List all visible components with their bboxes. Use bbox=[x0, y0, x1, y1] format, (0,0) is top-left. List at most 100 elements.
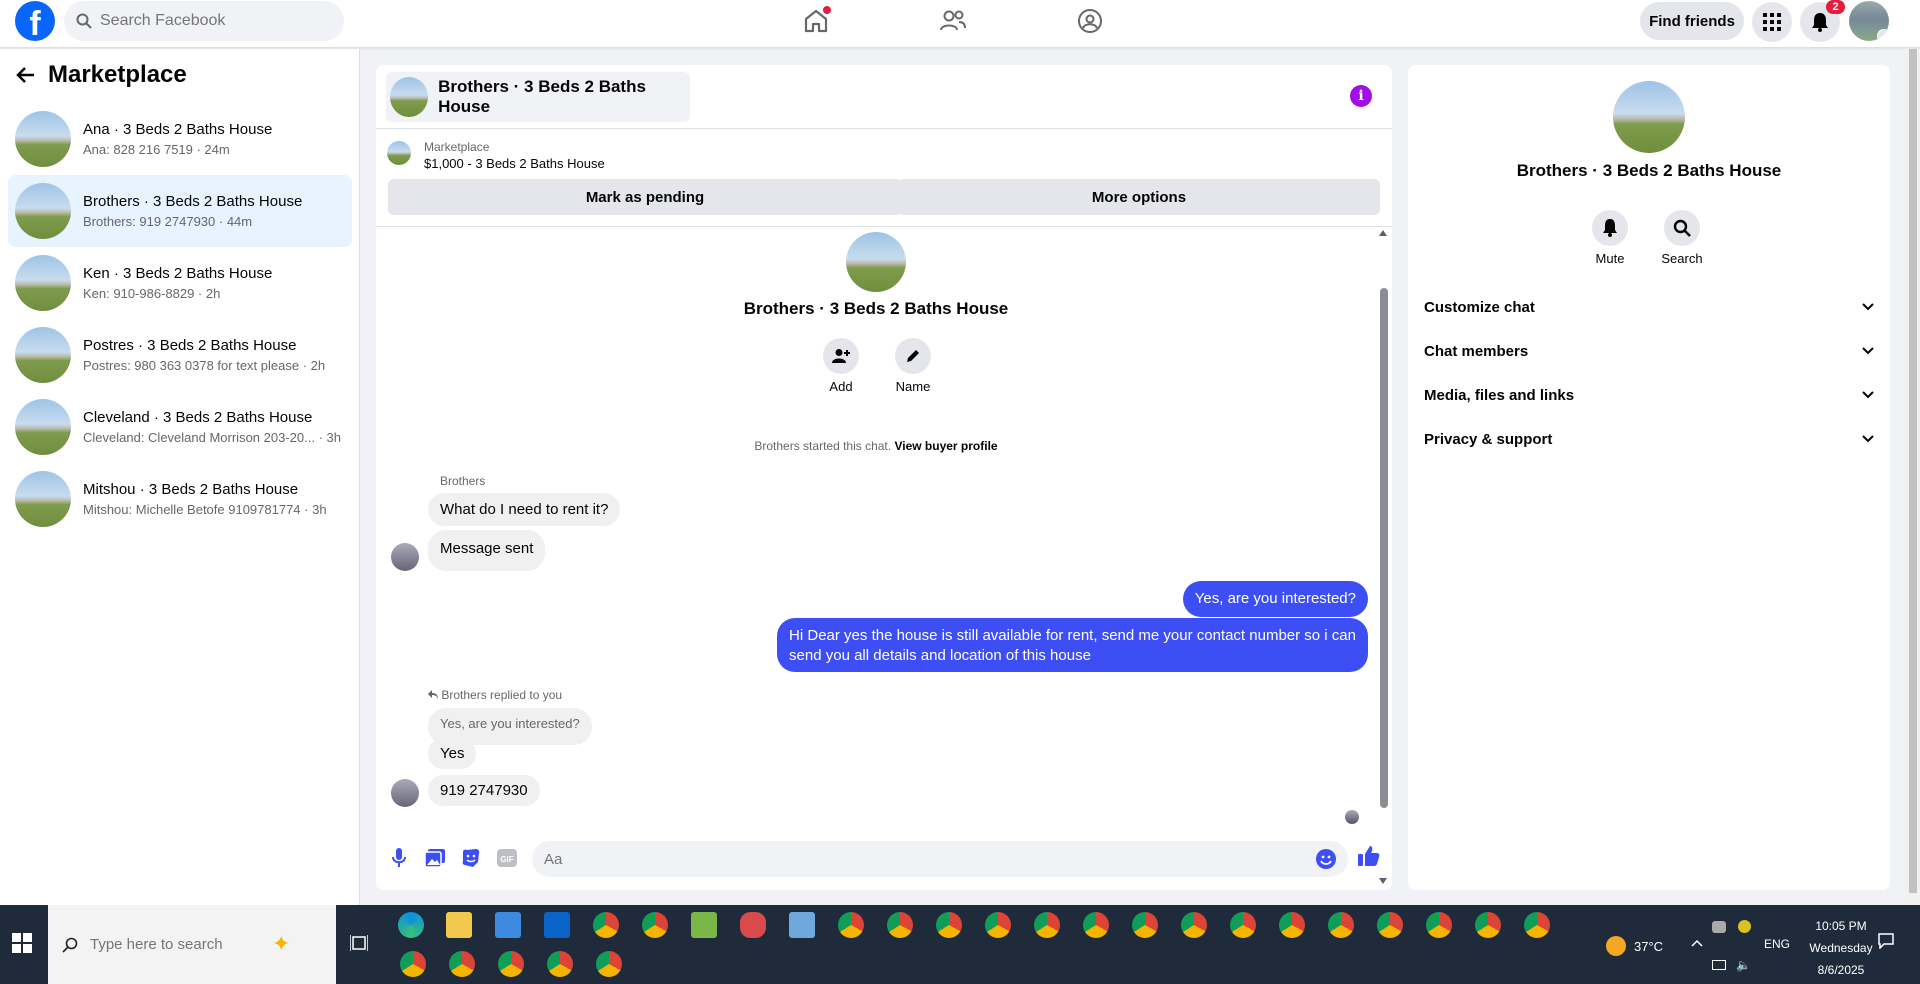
conversation-preview: Postres: 980 363 0378 for text please · … bbox=[83, 358, 326, 373]
search-input[interactable] bbox=[100, 12, 320, 30]
network-icon[interactable] bbox=[1712, 960, 1726, 970]
page-scrollbar[interactable] bbox=[1906, 49, 1920, 905]
friends-icon[interactable] bbox=[938, 6, 968, 36]
edit-pencil-icon[interactable] bbox=[895, 338, 931, 374]
edge-browser-icon[interactable] bbox=[398, 912, 424, 938]
chrome-icon[interactable] bbox=[498, 951, 524, 977]
menu-grid-icon[interactable] bbox=[1752, 2, 1792, 42]
chrome-icon[interactable] bbox=[1034, 912, 1060, 938]
chrome-icon[interactable] bbox=[1475, 912, 1501, 938]
sticker-icon[interactable] bbox=[460, 847, 482, 869]
listing-price-title[interactable]: $1,000 - 3 Beds 2 Baths House bbox=[424, 156, 605, 171]
listing-thumbnail bbox=[15, 327, 71, 383]
message-input[interactable] bbox=[544, 850, 1304, 868]
facebook-logo-icon[interactable]: f bbox=[15, 1, 55, 41]
outgoing-message[interactable]: Hi Dear yes the house is still available… bbox=[777, 618, 1368, 672]
chrome-icon[interactable] bbox=[887, 912, 913, 938]
chrome-icon[interactable] bbox=[547, 951, 573, 977]
page-scrollbar-thumb[interactable] bbox=[1909, 49, 1917, 893]
conversation-item[interactable]: Postres · 3 Beds 2 Baths House Postres: 9… bbox=[8, 319, 352, 391]
add-person-icon[interactable] bbox=[823, 338, 859, 374]
weather-widget[interactable]: 37°C bbox=[1606, 936, 1663, 956]
microsoft-store-icon[interactable] bbox=[495, 912, 521, 938]
chrome-icon[interactable] bbox=[1132, 912, 1158, 938]
message-composer[interactable] bbox=[532, 841, 1348, 877]
privacy-support-section[interactable]: Privacy & support bbox=[1424, 421, 1874, 457]
chrome-icon[interactable] bbox=[1426, 912, 1452, 938]
more-options-button[interactable]: More options bbox=[898, 179, 1380, 215]
chrome-icon[interactable] bbox=[593, 912, 619, 938]
mute-bell-icon[interactable] bbox=[1592, 210, 1628, 246]
conversation-item[interactable]: Cleveland · 3 Beds 2 Baths House Clevelan… bbox=[8, 391, 352, 463]
notifications-center-icon[interactable] bbox=[1878, 933, 1894, 949]
back-arrow-icon[interactable] bbox=[16, 65, 36, 85]
taskbar-search[interactable]: ✦ bbox=[48, 905, 336, 984]
emoji-icon[interactable] bbox=[1316, 849, 1336, 869]
thumbs-up-icon[interactable] bbox=[1358, 845, 1380, 867]
find-friends-button[interactable]: Find friends bbox=[1640, 2, 1744, 40]
windows-start-icon[interactable] bbox=[12, 933, 32, 953]
chrome-icon[interactable] bbox=[838, 912, 864, 938]
tray-app-icon[interactable] bbox=[1738, 920, 1751, 933]
search-icon bbox=[76, 13, 92, 29]
conversation-item[interactable]: Mitshou · 3 Beds 2 Baths House Mitshou: M… bbox=[8, 463, 352, 535]
microphone-icon[interactable] bbox=[388, 847, 410, 869]
language-indicator[interactable]: ENG bbox=[1764, 937, 1790, 951]
conversation-name: Mitshou · 3 Beds 2 Baths House bbox=[83, 481, 299, 498]
app-icon[interactable] bbox=[740, 912, 766, 938]
chrome-icon[interactable] bbox=[1083, 912, 1109, 938]
media-files-links-section[interactable]: Media, files and links bbox=[1424, 377, 1874, 413]
scroll-down-icon[interactable] bbox=[1379, 878, 1387, 884]
listing-thumbnail bbox=[15, 183, 71, 239]
chrome-icon[interactable] bbox=[1279, 912, 1305, 938]
profile-avatar[interactable] bbox=[1849, 1, 1889, 41]
clock[interactable]: 10:05 PM Wednesday 8/6/2025 bbox=[1805, 915, 1877, 981]
chrome-profile-icon[interactable] bbox=[642, 912, 668, 938]
scroll-up-icon[interactable] bbox=[1379, 230, 1387, 236]
messages-scrollbar[interactable] bbox=[1377, 228, 1389, 884]
chrome-icon[interactable] bbox=[596, 951, 622, 977]
view-buyer-profile-link[interactable]: View buyer profile bbox=[894, 439, 997, 453]
incoming-message[interactable]: Yes bbox=[428, 738, 477, 769]
incoming-message[interactable]: What do I need to rent it? bbox=[428, 493, 621, 526]
task-view-icon[interactable] bbox=[350, 935, 368, 951]
incoming-message[interactable]: 919 2747930 bbox=[428, 775, 540, 806]
notes-app-icon[interactable] bbox=[789, 912, 815, 938]
chat-header-button[interactable]: Brothers · 3 Beds 2 Baths House bbox=[386, 72, 690, 122]
mark-as-pending-button[interactable]: Mark as pending bbox=[388, 179, 902, 215]
conversation-item-active[interactable]: Brothers · 3 Beds 2 Baths House Brothers:… bbox=[8, 175, 352, 247]
search-icon bbox=[62, 937, 78, 953]
chrome-icon[interactable] bbox=[1181, 912, 1207, 938]
conversation-preview: Ana: 828 216 7519 · 24m bbox=[83, 142, 230, 157]
search-icon[interactable] bbox=[1664, 210, 1700, 246]
gif-icon[interactable]: GIF bbox=[496, 847, 518, 869]
chrome-icon[interactable] bbox=[1328, 912, 1354, 938]
taskbar-search-input[interactable] bbox=[90, 936, 260, 953]
chrome-icon[interactable] bbox=[1377, 912, 1403, 938]
info-icon[interactable]: i bbox=[1350, 85, 1372, 107]
chrome-icon[interactable] bbox=[936, 912, 962, 938]
section-label: Chat members bbox=[1424, 342, 1529, 360]
chrome-icon[interactable] bbox=[400, 951, 426, 977]
chrome-icon[interactable] bbox=[449, 951, 475, 977]
volume-icon[interactable]: 🔈 bbox=[1736, 958, 1751, 972]
conversation-item[interactable]: Ken · 3 Beds 2 Baths House Ken: 910-986-8… bbox=[8, 247, 352, 319]
chrome-icon[interactable] bbox=[1524, 912, 1550, 938]
customize-chat-section[interactable]: Customize chat bbox=[1424, 289, 1874, 325]
facebook-search[interactable] bbox=[64, 1, 344, 41]
file-explorer-icon[interactable] bbox=[446, 912, 472, 938]
conversation-item[interactable]: Ana · 3 Beds 2 Baths House Ana: 828 216 7… bbox=[8, 103, 352, 175]
outgoing-message[interactable]: Yes, are you interested? bbox=[1182, 581, 1368, 617]
home-icon[interactable] bbox=[801, 6, 831, 36]
chat-members-section[interactable]: Chat members bbox=[1424, 333, 1874, 369]
photo-icon[interactable] bbox=[424, 847, 446, 869]
spreadsheet-app-icon[interactable] bbox=[691, 912, 717, 938]
tray-app-icon[interactable] bbox=[1712, 921, 1726, 933]
outlook-icon[interactable] bbox=[544, 912, 570, 938]
incoming-message[interactable]: Message sent bbox=[428, 530, 546, 571]
chrome-icon[interactable] bbox=[985, 912, 1011, 938]
scrollbar-thumb[interactable] bbox=[1380, 288, 1388, 808]
chevron-up-icon[interactable] bbox=[1691, 939, 1703, 947]
groups-icon[interactable] bbox=[1075, 6, 1105, 36]
chrome-icon[interactable] bbox=[1230, 912, 1256, 938]
